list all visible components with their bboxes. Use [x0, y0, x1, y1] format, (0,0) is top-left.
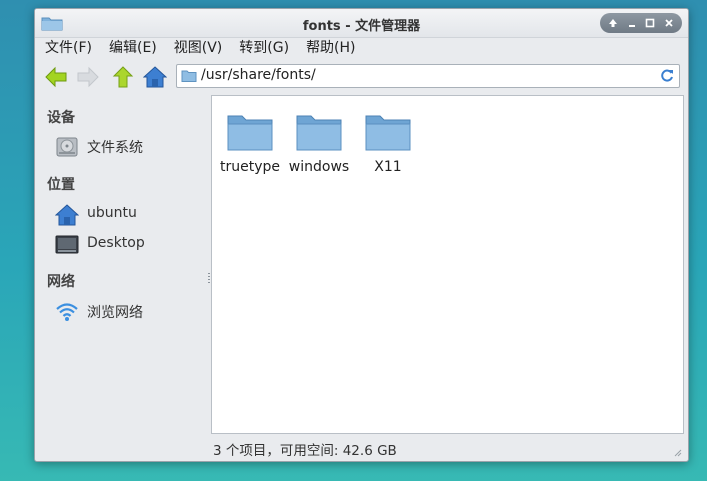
folder-item-x11[interactable]: X11	[355, 112, 421, 182]
sidebar-item-ubuntu[interactable]: ubuntu	[54, 203, 203, 227]
window-controls	[600, 13, 682, 33]
reload-icon[interactable]	[659, 68, 675, 84]
forward-arrow-icon	[77, 66, 99, 88]
folder-name: windows	[288, 159, 350, 175]
up-button[interactable]	[110, 64, 136, 90]
sidebar-item-filesystem[interactable]: 文件系统	[55, 135, 203, 159]
network-icon	[55, 301, 79, 323]
menu-bar: 文件(F) 编辑(E) 视图(V) 转到(G) 帮助(H)	[35, 37, 688, 59]
title-bar[interactable]: fonts - 文件管理器	[35, 9, 688, 38]
keep-above-button[interactable]	[606, 16, 620, 30]
menu-view[interactable]: 视图(V)	[174, 37, 223, 59]
folder-icon	[296, 115, 342, 151]
arrow-up-icon	[609, 19, 618, 27]
sidebar-item-browse-network[interactable]: 浏览网络	[55, 300, 203, 324]
file-manager-window: fonts - 文件管理器 文件(F) 编辑(E) 视图(V) 转到(G) 帮助…	[34, 8, 689, 462]
window-title: fonts - 文件管理器	[302, 19, 421, 34]
maximize-icon	[645, 18, 655, 28]
toolbar: /usr/share/fonts/	[35, 60, 688, 94]
folder-name: X11	[374, 159, 402, 175]
maximize-button[interactable]	[643, 16, 657, 30]
sidebar-header-devices: 设备	[47, 110, 75, 126]
folder-icon	[365, 115, 411, 151]
sidebar-header-places: 位置	[47, 177, 75, 193]
sidebar-item-label: ubuntu	[87, 205, 137, 221]
close-icon	[665, 19, 673, 27]
up-arrow-icon	[112, 66, 134, 88]
sidebar-header-network: 网络	[47, 274, 75, 290]
menu-file[interactable]: 文件(F)	[45, 37, 92, 59]
sidebar-item-desktop[interactable]: Desktop	[55, 233, 203, 257]
harddisk-icon	[55, 136, 79, 158]
back-arrow-icon	[45, 66, 67, 88]
resize-grip-icon[interactable]	[672, 445, 682, 457]
back-button[interactable]	[43, 64, 69, 90]
sidebar-item-label: 文件系统	[87, 140, 143, 156]
menu-help[interactable]: 帮助(H)	[306, 37, 355, 59]
status-bar: 3 个项目，可用空间: 42.6 GB	[35, 436, 688, 460]
minimize-icon	[628, 25, 635, 27]
sidebar-item-label: 浏览网络	[87, 305, 143, 321]
home-icon	[54, 204, 80, 226]
folder-item-windows[interactable]: windows	[286, 112, 352, 182]
file-view[interactable]: truetype windows X11	[211, 95, 684, 434]
sidebar: 设备 文件系统 位置 ubuntu Desktop 网络 浏览网络	[35, 97, 207, 431]
folder-icon	[227, 115, 273, 151]
close-button[interactable]	[662, 16, 676, 30]
location-path: /usr/share/fonts/	[201, 67, 316, 83]
menu-edit[interactable]: 编辑(E)	[109, 37, 157, 59]
desktop-icon	[55, 234, 79, 256]
folder-icon	[181, 69, 197, 87]
sidebar-item-label: Desktop	[87, 235, 145, 251]
folder-item-truetype[interactable]: truetype	[217, 112, 283, 182]
folder-name: truetype	[219, 159, 280, 175]
minimize-button[interactable]	[625, 16, 639, 30]
location-bar[interactable]: /usr/share/fonts/	[176, 64, 680, 88]
home-button[interactable]	[142, 64, 168, 90]
home-icon	[143, 66, 167, 88]
splitter-grip	[208, 273, 210, 283]
menu-go[interactable]: 转到(G)	[239, 37, 289, 59]
forward-button[interactable]	[75, 64, 101, 90]
status-text: 3 个项目，可用空间: 42.6 GB	[213, 443, 397, 459]
